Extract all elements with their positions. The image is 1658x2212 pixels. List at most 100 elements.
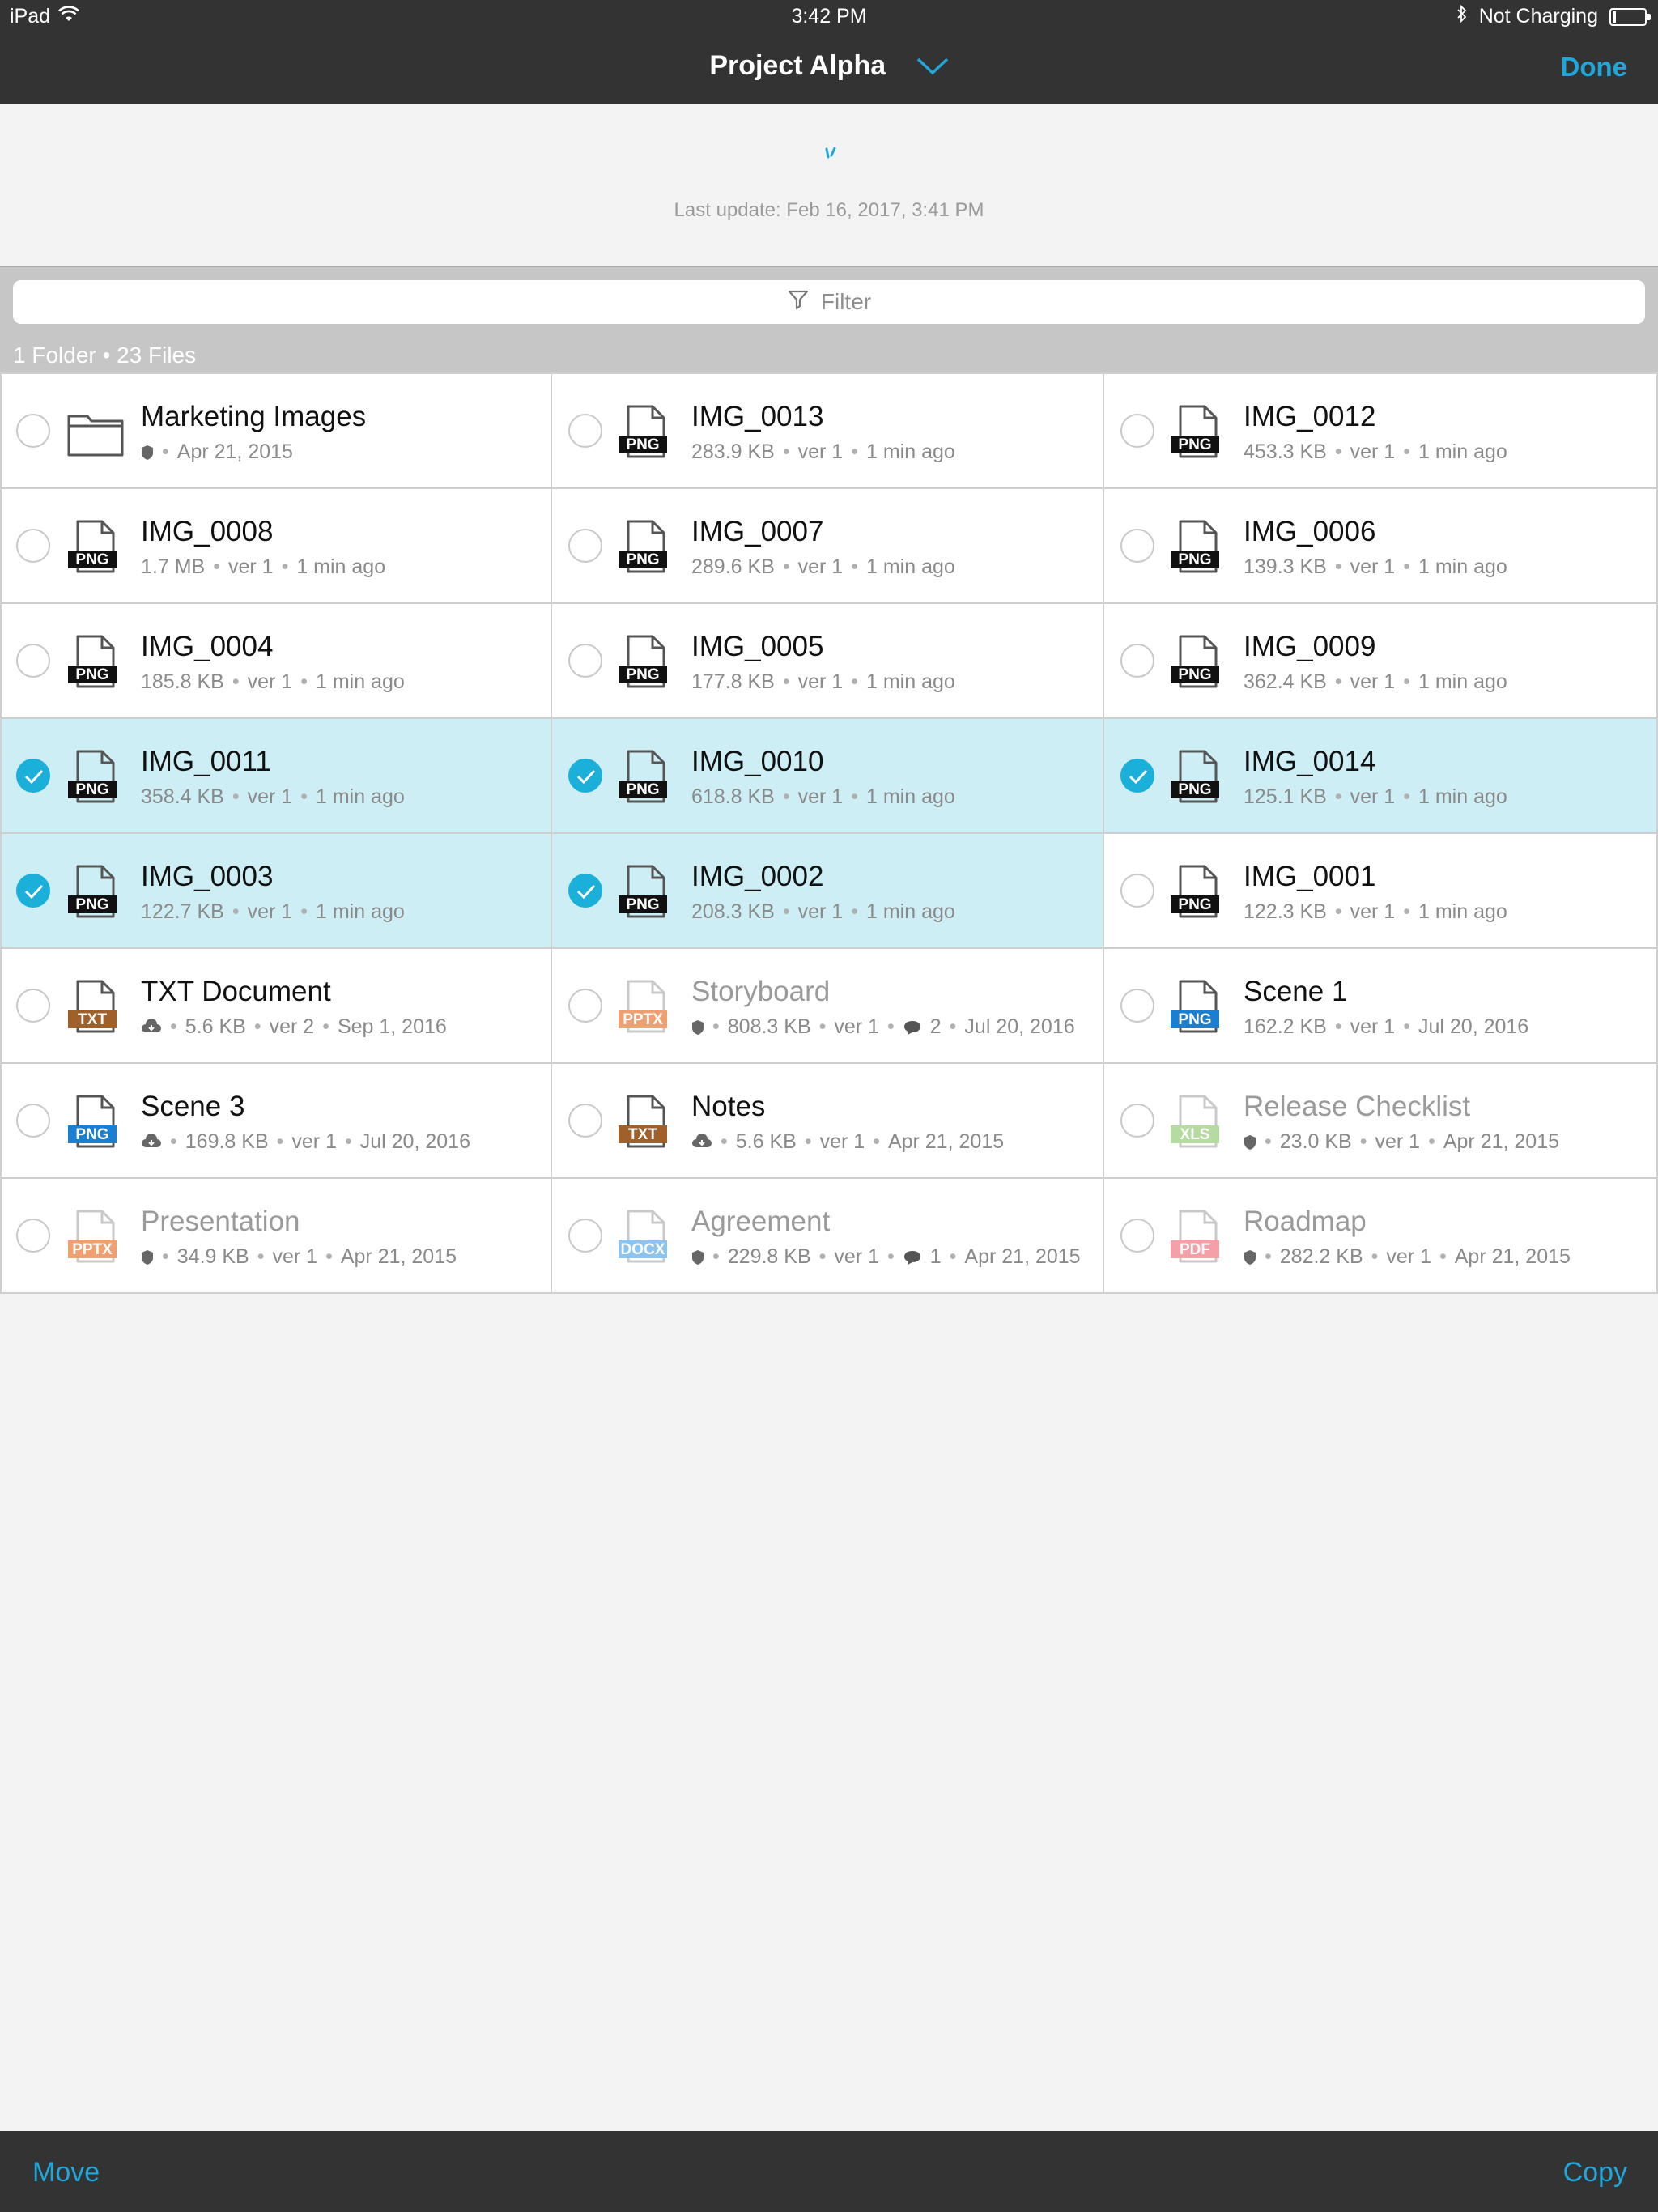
checkbox[interactable] xyxy=(1120,529,1154,563)
copy-button[interactable]: Copy xyxy=(1563,2157,1627,2189)
item-meta: 358.4 KB • ver 1 • 1 min ago xyxy=(141,785,405,808)
checkbox[interactable] xyxy=(1120,414,1154,448)
checkbox[interactable] xyxy=(16,414,50,448)
file-row[interactable]: PNG IMG_0014 125.1 KB • ver 1 • 1 min ago xyxy=(1104,719,1658,834)
meta-value: 358.4 KB xyxy=(141,785,224,808)
checkbox-checked[interactable] xyxy=(568,874,602,908)
file-row[interactable]: PNG IMG_0013 283.9 KB • ver 1 • 1 min ago xyxy=(552,374,1104,489)
meta-value: Apr 21, 2015 xyxy=(887,1130,1005,1153)
battery-text: Not Charging xyxy=(1478,5,1598,28)
checkbox[interactable] xyxy=(1120,874,1154,908)
meta-value: ver 1 xyxy=(1350,440,1396,463)
file-row[interactable]: PDF Roadmap • 282.2 KB • ver 1 • Apr 21, 2015 xyxy=(1104,1179,1658,1294)
file-row[interactable]: PNG IMG_0003 122.7 KB • ver 1 • 1 min ago xyxy=(0,834,552,949)
item-name: IMG_0002 xyxy=(691,861,824,892)
file-row[interactable]: PNG IMG_0010 618.8 KB • ver 1 • 1 min ago xyxy=(552,719,1104,834)
status-time: 3:42 PM xyxy=(791,5,867,28)
file-row[interactable]: PNG IMG_0002 208.3 KB • ver 1 • 1 min ago xyxy=(552,834,1104,949)
file-icon: PNG xyxy=(66,518,125,576)
checkbox[interactable] xyxy=(1120,1219,1154,1253)
file-row[interactable]: DOCX Agreement • 229.8 KB • ver 1 • 1 • Apr 21, 2… xyxy=(552,1179,1104,1294)
item-name: Scene 3 xyxy=(141,1091,245,1122)
folder-row[interactable]: Marketing Images • Apr 21, 2015 xyxy=(0,374,552,489)
comment-icon xyxy=(903,1245,922,1269)
done-button[interactable]: Done xyxy=(1561,52,1628,83)
file-type-badge: PNG xyxy=(75,551,108,568)
file-type-badge: TXT xyxy=(628,1126,657,1143)
file-type-badge: PNG xyxy=(1178,436,1211,453)
file-row[interactable]: TXT TXT Document • 5.6 KB • ver 2 • Sep 1, 2016 xyxy=(0,949,552,1064)
meta-value: ver 1 xyxy=(1350,555,1396,578)
file-row[interactable]: PNG IMG_0008 1.7 MB • ver 1 • 1 min ago xyxy=(0,489,552,604)
checkbox[interactable] xyxy=(16,989,50,1023)
file-icon: PNG xyxy=(617,633,675,691)
move-button[interactable]: Move xyxy=(32,2157,100,2189)
item-meta: 283.9 KB • ver 1 • 1 min ago xyxy=(691,440,955,463)
meta-value: 1 min ago xyxy=(296,555,386,578)
checkmark-icon xyxy=(24,769,44,785)
checkmark-icon xyxy=(576,884,596,900)
download-icon xyxy=(141,1130,162,1154)
file-row[interactable]: PNG Scene 1 162.2 KB • ver 1 • Jul 20, 2016 xyxy=(1104,949,1658,1064)
checkbox[interactable] xyxy=(16,529,50,563)
bluetooth-icon xyxy=(1456,4,1468,28)
file-row[interactable]: PNG IMG_0011 358.4 KB • ver 1 • 1 min ago xyxy=(0,719,552,834)
comment-icon xyxy=(903,1015,922,1039)
file-row[interactable]: PPTX Presentation • 34.9 KB • ver 1 • Apr 21, 2… xyxy=(0,1179,552,1294)
file-row[interactable]: PNG IMG_0005 177.8 KB • ver 1 • 1 min ago xyxy=(552,604,1104,719)
file-row[interactable]: PNG IMG_0001 122.3 KB • ver 1 • 1 min ago xyxy=(1104,834,1658,949)
checkbox[interactable] xyxy=(568,1104,602,1138)
meta-value: 208.3 KB xyxy=(691,900,775,923)
folder-title-dropdown[interactable]: Project Alpha xyxy=(0,50,1658,83)
meta-value: ver 1 xyxy=(797,785,844,808)
checkbox[interactable] xyxy=(568,644,602,678)
file-row[interactable]: XLS Release Checklist • 23.0 KB • ver 1 • Apr 2… xyxy=(1104,1064,1658,1179)
meta-value: ver 1 xyxy=(247,670,293,693)
checkbox-checked[interactable] xyxy=(568,759,602,793)
meta-value: ver 1 xyxy=(272,1245,318,1268)
checkbox-checked[interactable] xyxy=(1120,759,1154,793)
file-icon: PNG xyxy=(1169,863,1227,921)
checkbox-checked[interactable] xyxy=(16,874,50,908)
bottom-toolbar: Move Copy xyxy=(0,2131,1658,2212)
file-icon: PDF xyxy=(1169,1208,1227,1266)
item-meta: • 229.8 KB • ver 1 • 1 • Apr 21, 2015 xyxy=(691,1245,1081,1269)
file-row[interactable]: PNG IMG_0006 139.3 KB • ver 1 • 1 min ago xyxy=(1104,489,1658,604)
file-row[interactable]: PPTX Storyboard • 808.3 KB • ver 1 • 2 • Jul 20, … xyxy=(552,949,1104,1064)
meta-value: 1 min ago xyxy=(1418,670,1507,693)
filter-input[interactable]: Filter xyxy=(13,280,1645,324)
file-row[interactable]: PNG IMG_0004 185.8 KB • ver 1 • 1 min ago xyxy=(0,604,552,719)
checkbox[interactable] xyxy=(1120,1104,1154,1138)
file-type-badge: PNG xyxy=(1178,896,1211,913)
meta-value: ver 1 xyxy=(797,670,844,693)
checkbox[interactable] xyxy=(16,1219,50,1253)
item-meta: • 5.6 KB • ver 1 • Apr 21, 2015 xyxy=(691,1130,1004,1154)
file-icon: TXT xyxy=(66,978,125,1036)
top-bar: iPad 3:42 PM Not Charging Project Alpha … xyxy=(0,0,1658,104)
battery-icon xyxy=(1609,7,1651,26)
download-icon xyxy=(691,1130,712,1154)
item-name: Notes xyxy=(691,1091,766,1122)
file-type-badge: DOCX xyxy=(621,1241,665,1258)
checkbox[interactable] xyxy=(568,1219,602,1253)
checkbox[interactable] xyxy=(16,1104,50,1138)
lock-icon xyxy=(691,1245,704,1269)
meta-value: ver 1 xyxy=(834,1015,879,1038)
checkbox[interactable] xyxy=(568,529,602,563)
checkbox[interactable] xyxy=(568,989,602,1023)
checkbox[interactable] xyxy=(1120,644,1154,678)
checkbox-checked[interactable] xyxy=(16,759,50,793)
meta-value: Jul 20, 2016 xyxy=(359,1130,470,1153)
file-row[interactable]: PNG IMG_0012 453.3 KB • ver 1 • 1 min ago xyxy=(1104,374,1658,489)
meta-value: 1 min ago xyxy=(865,900,955,923)
file-row[interactable]: TXT Notes • 5.6 KB • ver 1 • Apr 21, 2015 xyxy=(552,1064,1104,1179)
meta-value: Sep 1, 2016 xyxy=(337,1015,447,1038)
item-meta: • 23.0 KB • ver 1 • Apr 21, 2015 xyxy=(1244,1130,1559,1154)
file-row[interactable]: PNG Scene 3 • 169.8 KB • ver 1 • Jul 20, 2016 xyxy=(0,1064,552,1179)
checkbox[interactable] xyxy=(16,644,50,678)
file-row[interactable]: PNG IMG_0009 362.4 KB • ver 1 • 1 min ago xyxy=(1104,604,1658,719)
file-row[interactable]: PNG IMG_0007 289.6 KB • ver 1 • 1 min ago xyxy=(552,489,1104,604)
checkbox[interactable] xyxy=(1120,989,1154,1023)
meta-value: 1 min ago xyxy=(1418,785,1507,808)
checkbox[interactable] xyxy=(568,414,602,448)
